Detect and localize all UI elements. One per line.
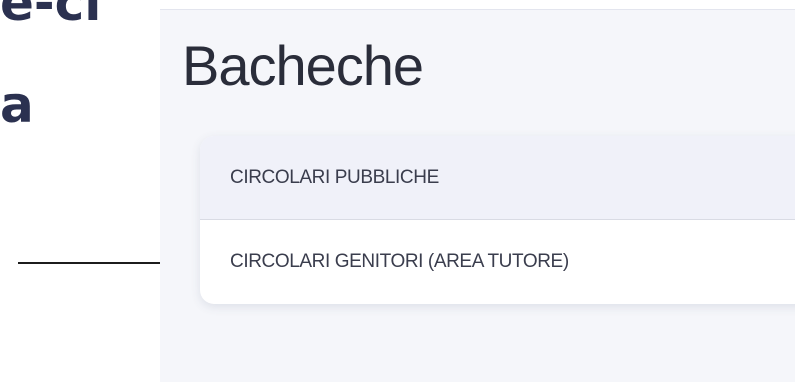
page-title: Bacheche [182,34,424,97]
bacheche-panel: Bacheche CIRCOLARI PUBBLICHE CIRCOLARI G… [160,0,795,382]
panel-top-divider [160,0,795,10]
list-item-circolari-pubbliche[interactable]: CIRCOLARI PUBBLICHE [200,136,795,220]
list-item-circolari-genitori[interactable]: CIRCOLARI GENITORI (AREA TUTORE) [200,220,795,304]
list-item-label: CIRCOLARI GENITORI (AREA TUTORE) [230,251,569,272]
arrow-right-icon [18,258,178,268]
background-partial-letter: a [0,76,34,134]
list-item-label: CIRCOLARI PUBBLICHE [230,166,439,188]
background-partial-text: e-ci [0,0,102,32]
bacheche-list-card: CIRCOLARI PUBBLICHE CIRCOLARI GENITORI (… [200,136,795,304]
